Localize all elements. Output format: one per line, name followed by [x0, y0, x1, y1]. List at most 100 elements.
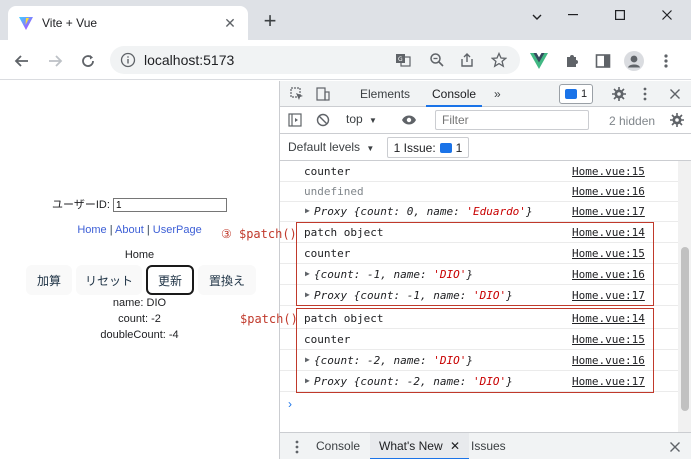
- console-row[interactable]: ▶ Proxy {count: 0, name: 'Eduardo'} Home…: [280, 201, 678, 222]
- double-count-display: doubleCount: -4: [100, 329, 179, 341]
- share-icon[interactable]: [458, 51, 476, 69]
- browser-menu-icon[interactable]: [654, 49, 678, 73]
- count-display: count: -2: [118, 313, 161, 325]
- devtools-menu-icon[interactable]: [636, 85, 654, 103]
- console-output: counter Home.vue:15 undefined Home.vue:1…: [280, 161, 678, 431]
- tab-console[interactable]: Console: [426, 81, 483, 107]
- inspect-element-icon[interactable]: [288, 85, 306, 103]
- live-expression-eye-icon[interactable]: [400, 111, 418, 129]
- drawer-tab-whats-new[interactable]: What's New ✕: [370, 433, 470, 459]
- button-row: 加算 リセット 更新 置換え: [26, 265, 256, 295]
- nav-separator: |: [143, 224, 153, 236]
- web-page: ユーザーID: Home | About | UserPage Home 加算 …: [0, 81, 279, 459]
- svg-text:G: G: [398, 56, 403, 63]
- drawer-close-icon[interactable]: [666, 438, 684, 456]
- devtools-tab-bar: Elements Console » 1: [280, 81, 691, 107]
- patch-annotation-2: $patch(): [240, 312, 298, 326]
- add-button[interactable]: 加算: [26, 265, 72, 295]
- devtools-panel: Elements Console » 1 top ▼ 2: [279, 81, 691, 459]
- device-toolbar-icon[interactable]: [314, 85, 332, 103]
- extensions-puzzle-icon[interactable]: [560, 49, 584, 73]
- patch-annotation-1: ③ $patch(): [221, 227, 297, 241]
- sidebar-toggle-icon[interactable]: [286, 111, 304, 129]
- url-text[interactable]: localhost:5173: [144, 52, 234, 68]
- log-object: Proxy {count: 0, name: 'Eduardo'}: [314, 205, 533, 218]
- home-link[interactable]: Home: [77, 224, 106, 236]
- highlight-box-patch-1: [296, 222, 654, 306]
- console-settings-gear-icon[interactable]: [668, 111, 686, 129]
- console-toolbar: top ▼ 2 hidden: [280, 107, 691, 134]
- drawer-tab-close-icon[interactable]: ✕: [450, 439, 460, 453]
- vite-logo-icon: [19, 17, 33, 30]
- chevron-down-icon[interactable]: [522, 6, 552, 28]
- browser-tab[interactable]: Vite + Vue ✕: [8, 6, 248, 40]
- context-selector[interactable]: top ▼: [346, 112, 377, 126]
- drawer-menu-icon[interactable]: [288, 438, 306, 456]
- issues-label: 1 Issue:: [393, 140, 436, 155]
- dropdown-arrow-icon: ▼: [366, 144, 375, 153]
- source-link[interactable]: Home.vue:15: [572, 165, 645, 178]
- tab-title: Vite + Vue: [42, 16, 98, 30]
- console-row: counter Home.vue:15: [280, 161, 678, 182]
- source-link[interactable]: Home.vue:17: [572, 205, 645, 218]
- message-icon: [564, 89, 577, 99]
- user-id-input[interactable]: [112, 198, 227, 213]
- vue-devtools-icon[interactable]: [527, 49, 551, 73]
- about-link[interactable]: About: [115, 224, 144, 236]
- bookmark-star-icon[interactable]: [490, 51, 508, 69]
- issue-icon: [439, 142, 452, 153]
- console-row: undefined Home.vue:16: [280, 181, 678, 202]
- settings-gear-icon[interactable]: [610, 85, 628, 103]
- default-levels-dropdown[interactable]: Default levels ▼: [288, 140, 374, 154]
- console-prompt[interactable]: ›: [288, 397, 292, 411]
- expand-triangle-icon[interactable]: ▶: [305, 206, 310, 215]
- drawer-tab-bar: Console What's New ✕ Issues: [280, 432, 691, 459]
- browser-toolbar: localhost:5173 G: [0, 40, 691, 80]
- source-link[interactable]: Home.vue:16: [572, 185, 645, 198]
- user-id-label: ユーザーID:: [52, 199, 110, 211]
- address-bar[interactable]: localhost:5173 G: [110, 46, 520, 74]
- translate-icon[interactable]: G: [394, 51, 412, 69]
- back-arrow-icon[interactable]: [10, 49, 34, 73]
- issues-button[interactable]: 1 Issue: 1: [387, 137, 469, 158]
- clear-console-icon[interactable]: [314, 111, 332, 129]
- site-info-icon[interactable]: [120, 52, 136, 68]
- log-message: undefined: [304, 185, 364, 198]
- drawer-tab-console[interactable]: Console: [316, 433, 360, 459]
- hidden-count: 2 hidden: [609, 114, 656, 128]
- side-panel-icon[interactable]: [591, 49, 615, 73]
- console-scrollbar-thumb[interactable]: [681, 247, 689, 411]
- message-count: 1: [580, 88, 588, 100]
- devtools-close-icon[interactable]: [666, 85, 684, 103]
- new-tab-icon[interactable]: +: [258, 10, 282, 34]
- context-value: top: [346, 112, 363, 126]
- name-display: name: DIO: [112, 297, 167, 309]
- tab-close-icon[interactable]: ✕: [222, 15, 238, 31]
- userpage-link[interactable]: UserPage: [153, 224, 202, 236]
- highlight-box-patch-2: [296, 308, 654, 393]
- update-button[interactable]: 更新: [146, 265, 194, 295]
- user-id-row: ユーザーID:: [0, 196, 279, 213]
- dropdown-arrow-icon: ▼: [369, 116, 377, 125]
- tab-elements[interactable]: Elements: [360, 81, 410, 107]
- window-close-icon[interactable]: [652, 4, 682, 26]
- minimize-icon[interactable]: [558, 4, 588, 26]
- home-heading: Home: [124, 249, 155, 261]
- zoom-icon[interactable]: [428, 51, 446, 69]
- forward-arrow-icon[interactable]: [43, 49, 67, 73]
- levels-label: Default levels: [288, 140, 361, 154]
- reload-icon[interactable]: [76, 49, 100, 73]
- replace-button[interactable]: 置換え: [198, 265, 256, 295]
- issues-count: 1: [455, 140, 463, 155]
- messages-badge[interactable]: 1: [559, 84, 593, 104]
- log-message: counter: [304, 165, 351, 178]
- more-tabs-chevron[interactable]: »: [494, 81, 501, 107]
- drawer-tab-label: What's New: [379, 439, 443, 453]
- reset-button[interactable]: リセット: [76, 265, 142, 295]
- filter-input[interactable]: [435, 110, 589, 130]
- drawer-tab-issues[interactable]: Issues: [471, 433, 506, 459]
- tab-strip: Vite + Vue ✕ +: [0, 0, 691, 40]
- maximize-icon[interactable]: [605, 4, 635, 26]
- levels-toolbar: Default levels ▼ 1 Issue: 1: [280, 134, 691, 161]
- profile-avatar-icon[interactable]: [622, 49, 646, 73]
